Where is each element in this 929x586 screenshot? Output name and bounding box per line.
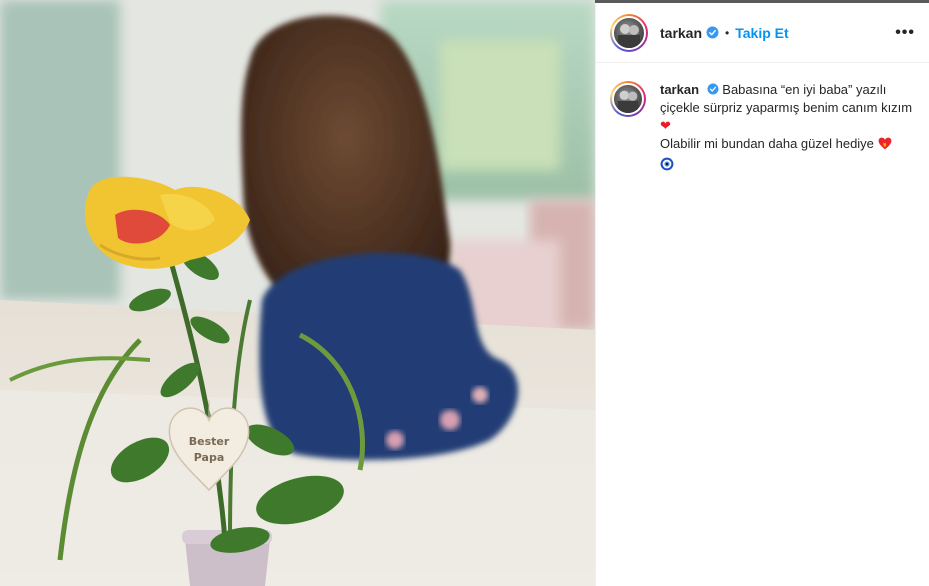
evil-eye-emoji-icon xyxy=(660,157,674,176)
tag-text-line2: Papa xyxy=(194,451,225,464)
tag-text-line1: Bester xyxy=(189,435,230,448)
post-side-panel: tarkan • Takip Et ••• tarkan Babasına “e… xyxy=(595,3,929,586)
caption-username[interactable]: tarkan xyxy=(660,82,699,97)
caption-text: tarkan Babasına “en iyi baba” yazılı çiç… xyxy=(660,81,915,176)
post-header: tarkan • Takip Et ••• xyxy=(596,3,929,63)
heart-fire-emoji-icon xyxy=(878,137,892,155)
follow-button[interactable]: Takip Et xyxy=(735,25,788,41)
heart-emoji-icon: ❤ xyxy=(660,118,671,133)
caption: tarkan Babasına “en iyi baba” yazılı çiç… xyxy=(596,63,929,176)
username[interactable]: tarkan xyxy=(660,25,702,41)
more-options-icon[interactable]: ••• xyxy=(895,24,915,42)
verified-badge-icon xyxy=(706,26,719,39)
avatar[interactable] xyxy=(612,83,644,115)
separator-dot: • xyxy=(725,25,730,40)
verified-badge-icon xyxy=(707,83,719,95)
avatar[interactable] xyxy=(612,15,646,50)
post-photo[interactable]: Bester Papa xyxy=(0,0,595,586)
avatar-image xyxy=(617,90,639,113)
caption-avatar-ring[interactable] xyxy=(610,81,646,117)
photo-illustration: Bester Papa xyxy=(0,0,595,586)
caption-line-2: Olabilir mi bundan daha güzel hediye xyxy=(660,136,874,151)
profile-avatar-ring[interactable] xyxy=(610,13,648,52)
avatar-image xyxy=(618,23,640,48)
